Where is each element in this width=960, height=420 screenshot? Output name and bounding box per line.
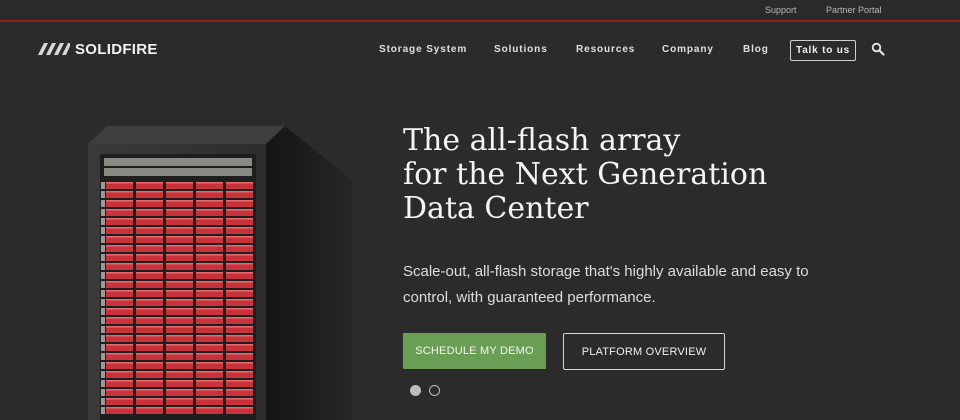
support-link[interactable]: Support (765, 5, 797, 15)
utility-bar: Support Partner Portal (0, 0, 960, 22)
nav-solutions[interactable]: Solutions (494, 44, 548, 55)
nav-blog[interactable]: Blog (743, 44, 769, 55)
main-nav: SOLIDFIRE Storage System Solutions Resou… (0, 24, 960, 74)
nav-resources[interactable]: Resources (576, 44, 635, 55)
search-icon[interactable] (871, 42, 885, 56)
brand-name: SOLIDFIRE (75, 40, 158, 58)
schedule-demo-button[interactable]: SCHEDULE MY DEMO (403, 333, 546, 369)
server-rack-illustration (88, 126, 352, 420)
solidfire-logo[interactable]: SOLIDFIRE (37, 40, 158, 58)
talk-to-us-button[interactable]: Talk to us (790, 40, 856, 61)
solidfire-logo-mark-icon (38, 43, 70, 55)
hero-title-line: The all-flash array (403, 123, 681, 158)
carousel-dot-active[interactable] (410, 385, 421, 396)
hero-title: The all-flash array for the Next Generat… (403, 124, 823, 226)
hero-title-line: Data Center (403, 191, 589, 226)
carousel-dot[interactable] (429, 385, 440, 396)
hero-title-line: for the Next Generation (403, 157, 768, 192)
platform-overview-button[interactable]: PLATFORM OVERVIEW (563, 333, 725, 370)
hero-subtitle: Scale-out, all-flash storage that's high… (403, 263, 809, 306)
nav-storage-system[interactable]: Storage System (379, 44, 467, 55)
partner-portal-link[interactable]: Partner Portal (826, 5, 882, 15)
nav-company[interactable]: Company (662, 44, 714, 55)
